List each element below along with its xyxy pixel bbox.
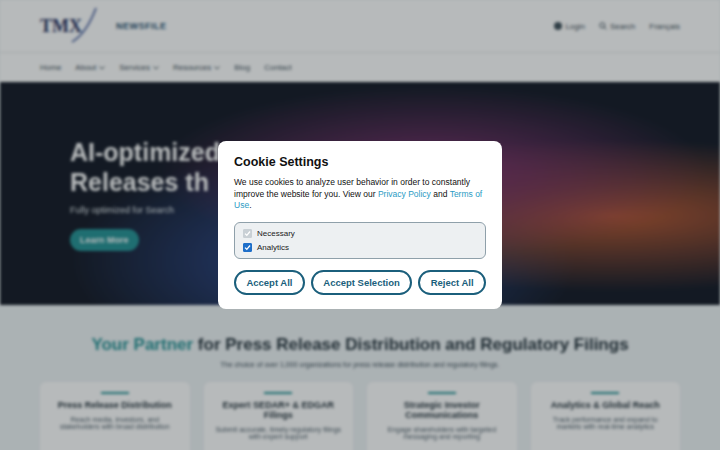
cookie-button[interactable]: Accept Selection <box>311 270 412 295</box>
cookie-option[interactable]: Analytics <box>243 243 477 252</box>
description-text: . <box>249 200 251 210</box>
option-label: Necessary <box>257 229 295 238</box>
check-icon <box>244 230 251 237</box>
cookie-options: Necessary Analytics <box>234 222 486 259</box>
description-text: and <box>431 189 450 199</box>
checkbox <box>243 229 252 238</box>
cookie-dialog: Cookie Settings We use cookies to analyze… <box>218 141 502 308</box>
dialog-description: We use cookies to analyze user behavior … <box>234 177 486 211</box>
modal-overlay: Cookie Settings We use cookies to analyze… <box>0 0 720 450</box>
check-icon <box>244 244 251 251</box>
cookie-button[interactable]: Reject All <box>418 270 486 295</box>
cookie-button[interactable]: Accept All <box>234 270 305 295</box>
dialog-buttons: Accept AllAccept SelectionReject All <box>234 270 486 295</box>
cookie-option: Necessary <box>243 229 477 238</box>
checkbox[interactable] <box>243 243 252 252</box>
option-label: Analytics <box>257 243 289 252</box>
policy-link[interactable]: Privacy Policy <box>378 189 431 199</box>
page: TMXNEWSFILE Login SearchFrançaisHome Abo… <box>0 0 720 450</box>
dialog-title: Cookie Settings <box>234 155 486 169</box>
